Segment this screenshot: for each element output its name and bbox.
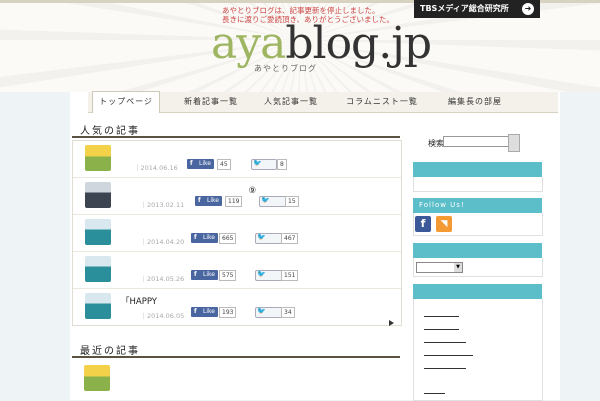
main-nav: トップページ 新着記事一覧 人気記事一覧 コラムニスト一覧 編集長の部屋 bbox=[88, 91, 558, 113]
article-meta: ｜2014.06.16 bbox=[121, 162, 178, 172]
nav-item-top[interactable]: トップページ bbox=[92, 91, 160, 113]
site-header: あやとりブログは、記事更新を停止しました。 長きに渡りご愛読頂き、ありがとうござ… bbox=[0, 0, 600, 92]
facebook-like-button[interactable]: Like bbox=[191, 233, 218, 243]
list-item[interactable]: ｜2014.04.20 Like 665 467 bbox=[73, 215, 401, 252]
archive-heading bbox=[413, 243, 542, 258]
author-avatar[interactable] bbox=[85, 256, 111, 282]
search-button[interactable] bbox=[508, 134, 520, 152]
notice-line-1: あやとりブログは、記事更新を停止しました。 bbox=[222, 6, 380, 15]
popular-heading: 人気の記事 bbox=[80, 126, 140, 137]
logo-aya: aya bbox=[211, 18, 286, 69]
facebook-like-button[interactable]: Like bbox=[187, 159, 214, 169]
facebook-like-count: 665 bbox=[219, 233, 237, 244]
widget-body bbox=[413, 177, 543, 192]
tbs-link[interactable]: TBSメディア総合研究所 ➜ bbox=[414, 0, 540, 18]
sidebar-link[interactable] bbox=[424, 360, 466, 370]
article-meta: ｜2014.05.26 bbox=[121, 273, 185, 283]
columnist-heading bbox=[413, 284, 542, 299]
archive-select[interactable]: ▼ bbox=[416, 262, 463, 273]
sidebar-link[interactable] bbox=[424, 385, 445, 395]
facebook-icon[interactable]: f bbox=[415, 216, 431, 232]
article-meta: ｜2014.06.05 bbox=[121, 310, 185, 320]
follow-body bbox=[413, 213, 543, 236]
facebook-like-button[interactable]: Like bbox=[195, 196, 222, 206]
logo-subtitle: あやとりブログ bbox=[254, 64, 317, 73]
facebook-like-count: 575 bbox=[219, 270, 237, 281]
recent-heading-rule bbox=[72, 356, 400, 358]
article-author bbox=[121, 275, 141, 283]
sidebar-link[interactable] bbox=[424, 334, 466, 344]
article-date: 2013.02.11 bbox=[147, 201, 185, 209]
author-avatar[interactable] bbox=[85, 293, 111, 319]
article-title[interactable] bbox=[121, 258, 232, 270]
nav-item-columnists[interactable]: コラムニスト一覧 bbox=[340, 92, 424, 112]
article-title[interactable] bbox=[121, 221, 342, 233]
article-author bbox=[121, 238, 141, 246]
tweet-count: 467 bbox=[281, 233, 299, 244]
facebook-like-count: 193 bbox=[219, 307, 237, 318]
nav-item-editor[interactable]: 編集長の部屋 bbox=[442, 92, 508, 112]
follow-heading: Follow Us! bbox=[413, 198, 542, 213]
article-date: 2014.04.20 bbox=[147, 238, 185, 246]
popular-list: ｜2014.06.16 Like 45 8 ⑨ ｜2013.02.11 Like… bbox=[72, 140, 402, 326]
article-date: 2014.06.05 bbox=[147, 312, 185, 320]
popular-heading-rule bbox=[72, 136, 400, 138]
author-avatar[interactable] bbox=[85, 145, 111, 171]
facebook-like-count: 45 bbox=[217, 159, 231, 170]
article-title[interactable]: ⑨ bbox=[121, 184, 257, 196]
tweet-button[interactable] bbox=[251, 159, 278, 170]
article-meta: ｜2014.04.20 bbox=[121, 236, 185, 246]
tweet-count: 34 bbox=[281, 307, 295, 318]
tweet-count: 8 bbox=[277, 159, 287, 170]
author-avatar[interactable] bbox=[85, 219, 111, 245]
sidebar-link[interactable] bbox=[424, 347, 473, 357]
recent-article-excerpt bbox=[122, 380, 396, 391]
tweet-count: 151 bbox=[281, 270, 299, 281]
list-item[interactable]: 「HAPPY ｜2014.06.05 Like 193 34 bbox=[73, 289, 401, 325]
article-author bbox=[121, 312, 141, 320]
facebook-like-button[interactable]: Like bbox=[191, 270, 218, 280]
facebook-like-count: 119 bbox=[225, 196, 243, 207]
author-avatar[interactable] bbox=[84, 365, 110, 391]
recent-article-title[interactable] bbox=[122, 366, 250, 378]
triangle-right-icon[interactable] bbox=[389, 320, 394, 326]
recent-heading: 最近の記事 bbox=[80, 346, 140, 357]
facebook-like-button[interactable]: Like bbox=[191, 307, 218, 317]
list-item[interactable]: ⑨ ｜2013.02.11 Like 119 15 bbox=[73, 178, 401, 215]
chevron-down-icon: ▼ bbox=[454, 263, 462, 272]
list-item[interactable]: ｜2014.06.16 Like 45 8 bbox=[73, 141, 401, 178]
tweet-count: 15 bbox=[285, 196, 299, 207]
site-logo[interactable]: ayablog.jp bbox=[211, 22, 432, 66]
widget-heading bbox=[413, 162, 542, 177]
tbs-label: TBSメディア総合研究所 bbox=[420, 4, 509, 13]
nav-item-popular[interactable]: 人気記事一覧 bbox=[256, 92, 326, 112]
article-meta: ｜2013.02.11 bbox=[121, 199, 185, 209]
arrow-right-icon: ➜ bbox=[522, 3, 534, 15]
article-title[interactable]: 「HAPPY bbox=[121, 295, 293, 307]
archive-select-value bbox=[419, 264, 437, 271]
search-input[interactable] bbox=[443, 136, 509, 147]
sidebar-link[interactable] bbox=[424, 321, 459, 331]
article-date: 2014.05.26 bbox=[147, 275, 185, 283]
nav-item-new[interactable]: 新着記事一覧 bbox=[176, 92, 246, 112]
article-title[interactable] bbox=[121, 147, 249, 159]
sidebar-link[interactable] bbox=[424, 308, 459, 318]
article-date: 2014.06.16 bbox=[140, 164, 178, 172]
article-author bbox=[121, 201, 141, 209]
author-avatar[interactable] bbox=[85, 182, 111, 208]
article-author bbox=[121, 164, 134, 172]
rss-icon[interactable]: ◥ bbox=[436, 216, 452, 232]
list-item[interactable]: ｜2014.05.26 Like 575 151 bbox=[73, 252, 401, 289]
logo-rest: blog.jp bbox=[285, 18, 432, 69]
